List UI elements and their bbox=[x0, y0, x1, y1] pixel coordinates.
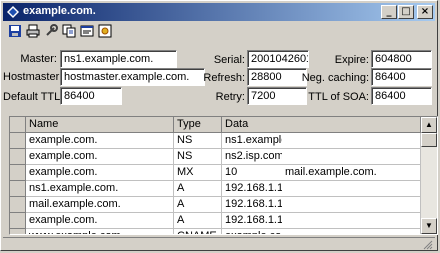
cell-data-extra[interactable] bbox=[282, 149, 421, 165]
neg-caching-field[interactable]: 86400 bbox=[371, 68, 432, 86]
row-selector[interactable] bbox=[10, 149, 26, 165]
serial-label: Serial: bbox=[213, 54, 245, 66]
ttl-of-soa-field[interactable]: 86400 bbox=[371, 87, 432, 105]
hostmaster-label: Hostmaster: bbox=[3, 71, 63, 83]
records-grid: Name Type Data example.com. NS ns1.exampl e… bbox=[9, 116, 438, 235]
cell-data[interactable]: 192.168.1.1 bbox=[222, 181, 282, 197]
cell-type[interactable]: A bbox=[174, 181, 222, 197]
cell-data[interactable]: 192.168.1.1 bbox=[222, 213, 282, 229]
status-bar bbox=[3, 237, 435, 251]
cell-name[interactable]: example.com. bbox=[26, 213, 174, 229]
save-icon[interactable] bbox=[7, 23, 23, 39]
expire-label: Expire: bbox=[334, 54, 369, 66]
master-label: Master: bbox=[20, 53, 57, 65]
cell-type[interactable]: NS bbox=[174, 149, 222, 165]
row-selector[interactable] bbox=[10, 229, 26, 234]
row-selector[interactable] bbox=[10, 197, 26, 213]
cell-type[interactable]: A bbox=[174, 213, 222, 229]
row-selector[interactable] bbox=[10, 181, 26, 197]
copy-icon[interactable] bbox=[61, 23, 77, 39]
title-bar[interactable]: example.com. _ □ × bbox=[3, 3, 435, 21]
print-icon[interactable] bbox=[25, 23, 41, 39]
column-header-name[interactable]: Name bbox=[26, 117, 174, 133]
cell-data[interactable]: 10 bbox=[222, 165, 282, 181]
default-ttl-field[interactable]: 86400 bbox=[60, 87, 122, 105]
cell-data-extra[interactable] bbox=[282, 181, 421, 197]
scroll-thumb[interactable] bbox=[421, 133, 437, 147]
serial-field[interactable]: 2001042601 bbox=[247, 50, 309, 68]
cell-name[interactable]: example.com. bbox=[26, 149, 174, 165]
window-title: example.com. bbox=[23, 5, 96, 17]
ttl-of-soa-label: TTL of SOA: bbox=[308, 91, 369, 103]
column-header-type[interactable]: Type bbox=[174, 117, 222, 133]
row-selector[interactable] bbox=[10, 165, 26, 181]
cell-data-extra[interactable]: mail.example.com. bbox=[282, 165, 421, 181]
hostmaster-field[interactable]: hostmaster.example.com. bbox=[60, 68, 205, 86]
properties-icon[interactable] bbox=[79, 23, 95, 39]
column-header-data[interactable]: Data bbox=[222, 117, 421, 133]
grid-corner bbox=[10, 117, 26, 133]
cell-type[interactable]: A bbox=[174, 197, 222, 213]
cell-data[interactable]: example.com. bbox=[222, 229, 282, 234]
cell-data-extra[interactable] bbox=[282, 213, 421, 229]
dns-zone-window: example.com. _ □ × Master: ns1.example.c… bbox=[0, 0, 438, 251]
toolbar bbox=[3, 22, 435, 40]
master-field[interactable]: ns1.example.com. bbox=[60, 50, 177, 68]
cell-type[interactable]: MX bbox=[174, 165, 222, 181]
retry-label: Retry: bbox=[215, 91, 245, 103]
scroll-down-icon[interactable]: ▼ bbox=[421, 218, 437, 234]
zone-app-icon bbox=[7, 6, 19, 18]
minimize-button[interactable]: _ bbox=[381, 5, 397, 19]
cell-data[interactable]: ns1.example.com. bbox=[222, 133, 282, 149]
cell-name[interactable]: mail.example.com. bbox=[26, 197, 174, 213]
wrench-icon[interactable] bbox=[43, 23, 59, 39]
cell-data-extra[interactable] bbox=[282, 197, 421, 213]
scroll-up-icon[interactable]: ▲ bbox=[421, 117, 437, 133]
cell-type[interactable]: NS bbox=[174, 133, 222, 149]
refresh-field[interactable]: 28800 bbox=[247, 68, 307, 86]
cell-name[interactable]: example.com. bbox=[26, 165, 174, 181]
vertical-scrollbar[interactable]: ▲ ▼ bbox=[421, 117, 437, 234]
cell-data[interactable]: 192.168.1.1 bbox=[222, 197, 282, 213]
row-selector[interactable] bbox=[10, 133, 26, 149]
neg-caching-label: Neg. caching: bbox=[301, 72, 369, 84]
refresh-label: Refresh: bbox=[203, 72, 245, 84]
cell-type[interactable]: CNAME bbox=[174, 229, 222, 234]
expire-field[interactable]: 604800 bbox=[371, 50, 432, 68]
cell-name[interactable]: ns1.example.com. bbox=[26, 181, 174, 197]
default-ttl-label: Default TTL: bbox=[3, 91, 64, 103]
cell-name[interactable]: www.example.com. bbox=[26, 229, 174, 234]
cell-data-extra[interactable] bbox=[282, 133, 421, 149]
close-button[interactable]: × bbox=[417, 5, 433, 19]
resize-grip-icon[interactable] bbox=[423, 240, 433, 250]
retry-field[interactable]: 7200 bbox=[247, 87, 307, 105]
row-selector[interactable] bbox=[10, 213, 26, 229]
cell-data-extra[interactable] bbox=[282, 229, 421, 234]
cell-data[interactable]: ns2.isp.com. bbox=[222, 149, 282, 165]
maximize-button[interactable]: □ bbox=[398, 5, 414, 19]
report-icon[interactable] bbox=[97, 23, 113, 39]
cell-name[interactable]: example.com. bbox=[26, 133, 174, 149]
